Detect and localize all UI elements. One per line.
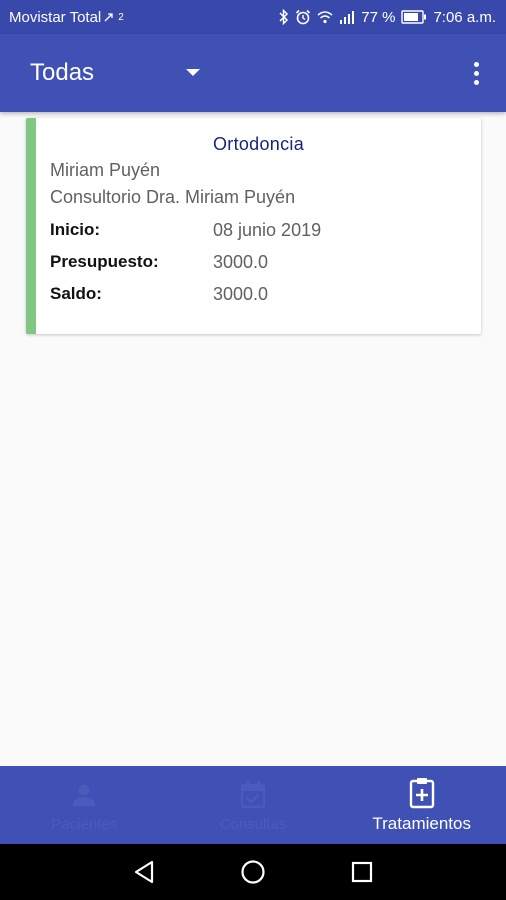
start-value: 08 junio 2019 <box>213 220 322 240</box>
nav-label-pacientes: Pacientes <box>51 815 118 833</box>
bluetooth-icon <box>279 9 289 25</box>
carrier-superscript: 2 <box>118 11 124 23</box>
balance-label: Saldo: <box>50 284 102 303</box>
treatment-title: Ortodoncia <box>212 134 305 154</box>
treatment-card[interactable]: Ortodoncia Miriam Puyén Consultorio Dra.… <box>26 118 481 334</box>
recents-icon[interactable] <box>342 852 382 892</box>
patient-name: Miriam Puyén <box>50 160 161 180</box>
budget-label: Presupuesto: <box>50 252 159 271</box>
filter-label: Todas <box>30 59 95 86</box>
budget-value: 3000.0 <box>213 252 269 272</box>
start-row: Inicio: 08 junio 2019 <box>50 220 321 241</box>
status-bar: Movistar Total 2 77 % 7:06 a.m. <box>0 0 506 34</box>
overflow-menu-icon[interactable] <box>464 58 488 88</box>
clinic-name: Consultorio Dra. Miriam Puyén <box>50 187 296 207</box>
call-forward-icon <box>104 12 114 22</box>
signal-icon <box>339 10 355 24</box>
dropdown-arrow-icon <box>186 69 200 77</box>
carrier-name: Movistar Total <box>9 8 102 26</box>
system-navigation-bar <box>0 844 506 900</box>
calendar-icon <box>240 778 266 812</box>
clock: 7:06 a.m. <box>433 8 496 26</box>
balance-row: Saldo: 3000.0 <box>50 284 268 305</box>
back-icon[interactable] <box>124 852 164 892</box>
treatment-list: Ortodoncia Miriam Puyén Consultorio Dra.… <box>0 112 506 766</box>
bottom-navigation: Pacientes Consultas Tratamientos <box>0 766 506 844</box>
budget-row: Presupuesto: 3000.0 <box>50 252 268 273</box>
battery-icon <box>401 10 427 24</box>
app-bar: Todas <box>0 34 506 112</box>
nav-label-consultas: Consultas <box>219 815 287 833</box>
status-right: 77 % 7:06 a.m. <box>279 9 496 26</box>
status-left: Movistar Total 2 <box>9 9 124 26</box>
person-icon <box>71 778 97 812</box>
clipboard-plus-icon <box>409 776 435 810</box>
nav-pacientes[interactable]: Pacientes <box>0 766 169 844</box>
battery-percent: 77 % <box>361 8 396 26</box>
filter-dropdown[interactable]: Todas <box>30 59 200 87</box>
start-label: Inicio: <box>50 220 101 239</box>
balance-value: 3000.0 <box>213 284 269 304</box>
nav-tratamientos[interactable]: Tratamientos <box>337 766 506 844</box>
nav-consultas[interactable]: Consultas <box>169 766 338 844</box>
alarm-icon <box>295 9 311 25</box>
home-icon[interactable] <box>233 852 273 892</box>
wifi-icon <box>317 10 333 24</box>
nav-label-tratamientos: Tratamientos <box>372 814 471 833</box>
